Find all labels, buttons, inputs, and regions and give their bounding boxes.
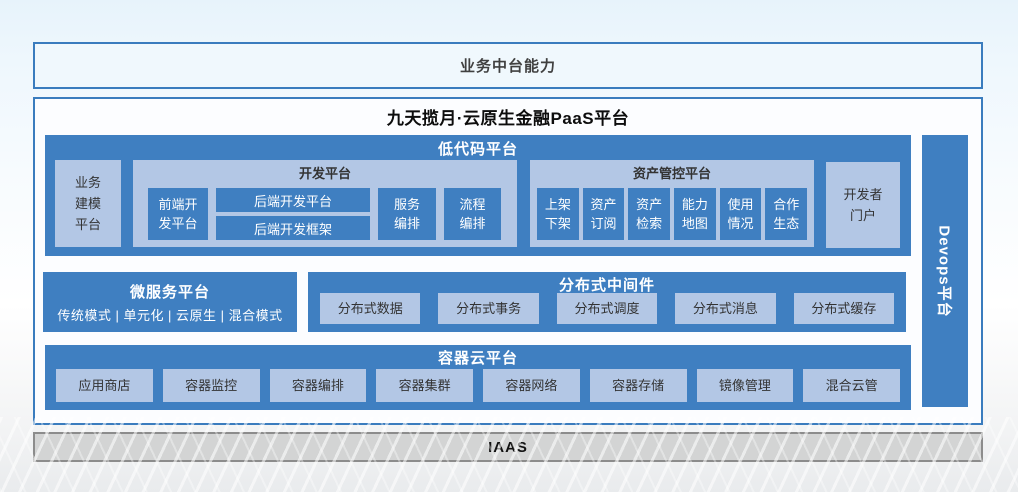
container-items-row: 应用商店 容器监控 容器编排 容器集群 容器网络 容器存储 镜像管理 混合云管 bbox=[56, 369, 900, 402]
container-network-box: 容器网络 bbox=[483, 369, 580, 402]
developer-portal-line: 门户 bbox=[850, 205, 876, 226]
backend-dev-framework-box: 后端开发框架 bbox=[216, 216, 370, 240]
microservice-platform-title: 微服务平台 bbox=[130, 281, 210, 302]
lowcode-platform-section: 低代码平台 业务 建模 平台 开发平台 前端开发平台 后端开发平台 后端开发框架… bbox=[45, 135, 911, 256]
container-cloud-section: 容器云平台 应用商店 容器监控 容器编排 容器集群 容器网络 容器存储 镜像管理… bbox=[45, 345, 911, 410]
business-modeling-platform-box: 业务 建模 平台 bbox=[55, 160, 121, 247]
distributed-middleware-title: 分布式中间件 bbox=[308, 274, 906, 295]
asset-item-line: 使用 bbox=[728, 195, 754, 214]
asset-item-ecosystem-box: 合作 生态 bbox=[765, 188, 807, 240]
asset-item-line: 合作 bbox=[773, 195, 799, 214]
distributed-scheduling-box: 分布式调度 bbox=[557, 293, 657, 324]
developer-portal-box: 开发者 门户 bbox=[826, 162, 900, 248]
asset-item-line: 能力 bbox=[682, 195, 708, 214]
process-orchestration-box: 流程 编排 bbox=[444, 188, 501, 240]
business-modeling-line: 平台 bbox=[75, 214, 101, 235]
dev-platform-group-title: 开发平台 bbox=[133, 163, 517, 182]
hybrid-cloud-mgmt-box: 混合云管 bbox=[803, 369, 900, 402]
container-storage-box: 容器存储 bbox=[590, 369, 687, 402]
backend-dev-platform-box: 后端开发平台 bbox=[216, 188, 370, 212]
microservice-modes-subtitle: 传统模式 | 单元化 | 云原生 | 混合模式 bbox=[57, 305, 282, 324]
asset-item-line: 生态 bbox=[773, 214, 799, 233]
asset-item-line: 情况 bbox=[728, 214, 754, 233]
iaas-label: IAAS bbox=[488, 439, 528, 456]
process-orchestration-line: 编排 bbox=[459, 214, 485, 233]
service-orchestration-line: 编排 bbox=[394, 214, 420, 233]
developer-portal-line: 开发者 bbox=[843, 184, 882, 205]
distributed-transaction-box: 分布式事务 bbox=[438, 293, 538, 324]
distributed-data-box: 分布式数据 bbox=[320, 293, 420, 324]
asset-item-usage-box: 使用 情况 bbox=[720, 188, 762, 240]
iaas-layer-bar: IAAS bbox=[33, 432, 983, 462]
service-orchestration-box: 服务 编排 bbox=[378, 188, 436, 240]
asset-item-shelf-box: 上架 下架 bbox=[537, 188, 579, 240]
image-management-box: 镜像管理 bbox=[697, 369, 794, 402]
paas-platform-panel: 九天揽月·云原生金融PaaS平台 低代码平台 业务 建模 平台 开发平台 前端开… bbox=[33, 97, 983, 425]
asset-item-line: 资产 bbox=[636, 195, 662, 214]
business-modeling-line: 业务 bbox=[75, 172, 101, 193]
app-store-box: 应用商店 bbox=[56, 369, 153, 402]
process-orchestration-line: 流程 bbox=[459, 195, 485, 214]
service-orchestration-line: 服务 bbox=[394, 195, 420, 214]
business-modeling-line: 建模 bbox=[75, 193, 101, 214]
architecture-diagram: 业务中台能力 九天揽月·云原生金融PaaS平台 低代码平台 业务 建模 平台 开… bbox=[0, 0, 1018, 492]
dev-platform-group: 开发平台 前端开发平台 后端开发平台 后端开发框架 服务 编排 流程 编排 bbox=[133, 160, 517, 247]
asset-item-line: 检索 bbox=[636, 214, 662, 233]
microservice-platform-section: 微服务平台 传统模式 | 单元化 | 云原生 | 混合模式 bbox=[43, 272, 297, 332]
distributed-message-box: 分布式消息 bbox=[675, 293, 775, 324]
devops-platform-label: Devops平台 bbox=[935, 225, 956, 317]
container-orchestration-box: 容器编排 bbox=[270, 369, 367, 402]
asset-control-items-row: 上架 下架 资产 订阅 资产 检索 能力 地图 bbox=[537, 188, 807, 240]
backend-dev-stack: 后端开发平台 后端开发框架 bbox=[216, 188, 370, 240]
distributed-cache-box: 分布式缓存 bbox=[794, 293, 894, 324]
distributed-middleware-section: 分布式中间件 分布式数据 分布式事务 分布式调度 分布式消息 分布式缓存 bbox=[308, 272, 906, 332]
asset-control-platform-group: 资产管控平台 上架 下架 资产 订阅 资产 检索 能力 bbox=[530, 160, 814, 247]
container-monitoring-box: 容器监控 bbox=[163, 369, 260, 402]
business-middle-platform-banner: 业务中台能力 bbox=[33, 42, 983, 89]
devops-platform-bar: Devops平台 bbox=[922, 135, 968, 407]
container-cloud-title: 容器云平台 bbox=[45, 347, 911, 368]
frontend-dev-platform-box: 前端开发平台 bbox=[148, 188, 208, 240]
asset-item-capability-map-box: 能力 地图 bbox=[674, 188, 716, 240]
asset-item-line: 资产 bbox=[591, 195, 617, 214]
business-middle-platform-label: 业务中台能力 bbox=[460, 55, 556, 76]
container-cluster-box: 容器集群 bbox=[376, 369, 473, 402]
lowcode-platform-title: 低代码平台 bbox=[45, 138, 911, 159]
asset-item-subscription-box: 资产 订阅 bbox=[583, 188, 625, 240]
asset-item-line: 下架 bbox=[545, 214, 571, 233]
asset-item-line: 订阅 bbox=[591, 214, 617, 233]
asset-item-line: 上架 bbox=[545, 195, 571, 214]
asset-item-line: 地图 bbox=[682, 214, 708, 233]
asset-item-search-box: 资产 检索 bbox=[628, 188, 670, 240]
middleware-items-row: 分布式数据 分布式事务 分布式调度 分布式消息 分布式缓存 bbox=[320, 293, 894, 324]
paas-platform-title: 九天揽月·云原生金融PaaS平台 bbox=[35, 104, 981, 129]
asset-control-platform-title: 资产管控平台 bbox=[530, 163, 814, 182]
